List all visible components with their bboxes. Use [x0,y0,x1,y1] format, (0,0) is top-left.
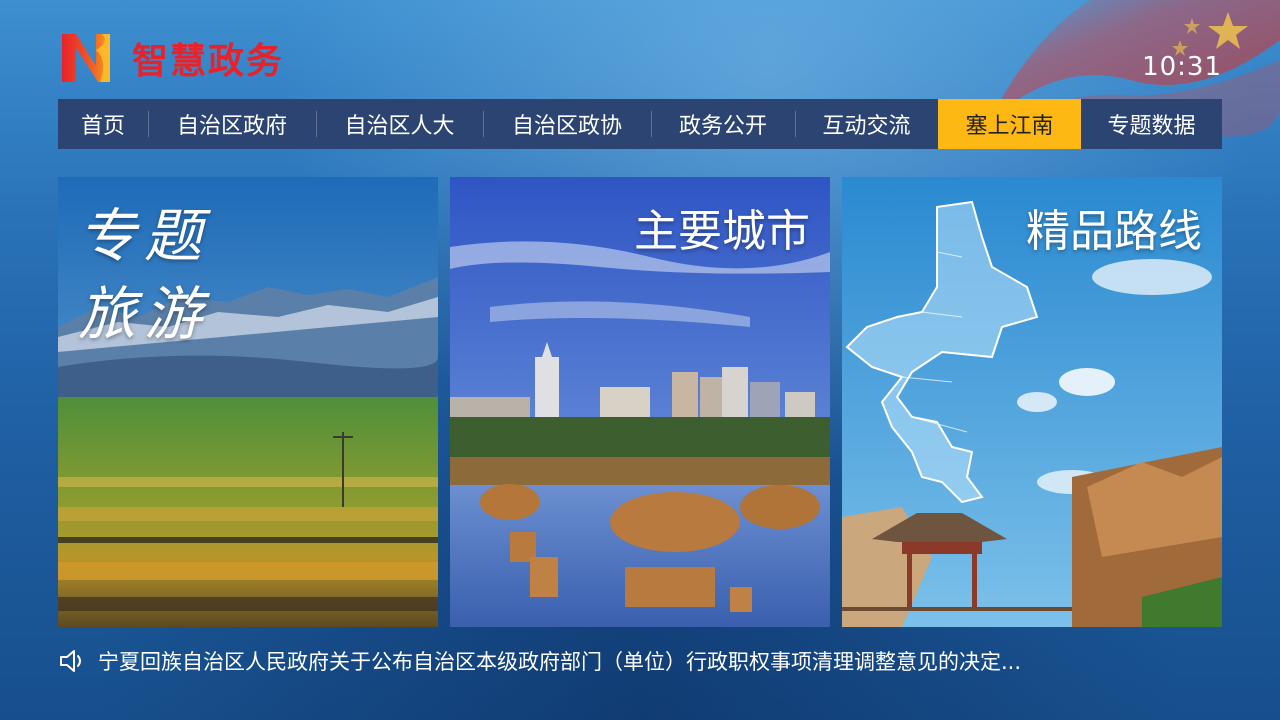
app-logo: 智慧政务 [58,30,284,86]
card-title: 精品路线 [1026,206,1202,257]
nav-item-interaction[interactable]: 互动交流 [795,99,938,149]
main-nav: 首页 自治区政府 自治区人大 自治区政协 政务公开 互动交流 塞上江南 专题数据 [58,99,1222,149]
clock: 10:31 [1142,52,1222,82]
news-ticker[interactable]: 宁夏回族自治区人民政府关于公布自治区本级政府部门（单位）行政职权事项清理调整意见… [58,646,1222,676]
nav-item-home[interactable]: 首页 [58,99,148,149]
nav-item-saishang-jiangnan[interactable]: 塞上江南 [938,99,1081,149]
nav-item-topic-data[interactable]: 专题数据 [1081,99,1222,149]
card-title: 专题旅游 [78,202,211,348]
ticker-text: 宁夏回族自治区人民政府关于公布自治区本级政府部门（单位）行政职权事项清理调整意见… [98,650,1022,674]
card-featured-routes[interactable]: 精品路线 [842,177,1222,627]
logo-n-icon [62,34,110,82]
card-topic-tourism[interactable]: 专题旅游 [58,177,438,627]
speaker-icon [60,650,81,672]
app-title: 智慧政务 [132,41,285,82]
nav-item-public-affairs[interactable]: 政务公开 [651,99,795,149]
card-title: 主要城市 [634,206,810,257]
nav-item-cppcc[interactable]: 自治区政协 [483,99,651,149]
nav-item-congress[interactable]: 自治区人大 [316,99,483,149]
nav-item-government[interactable]: 自治区政府 [148,99,316,149]
card-major-cities[interactable]: 主要城市 [450,177,830,627]
